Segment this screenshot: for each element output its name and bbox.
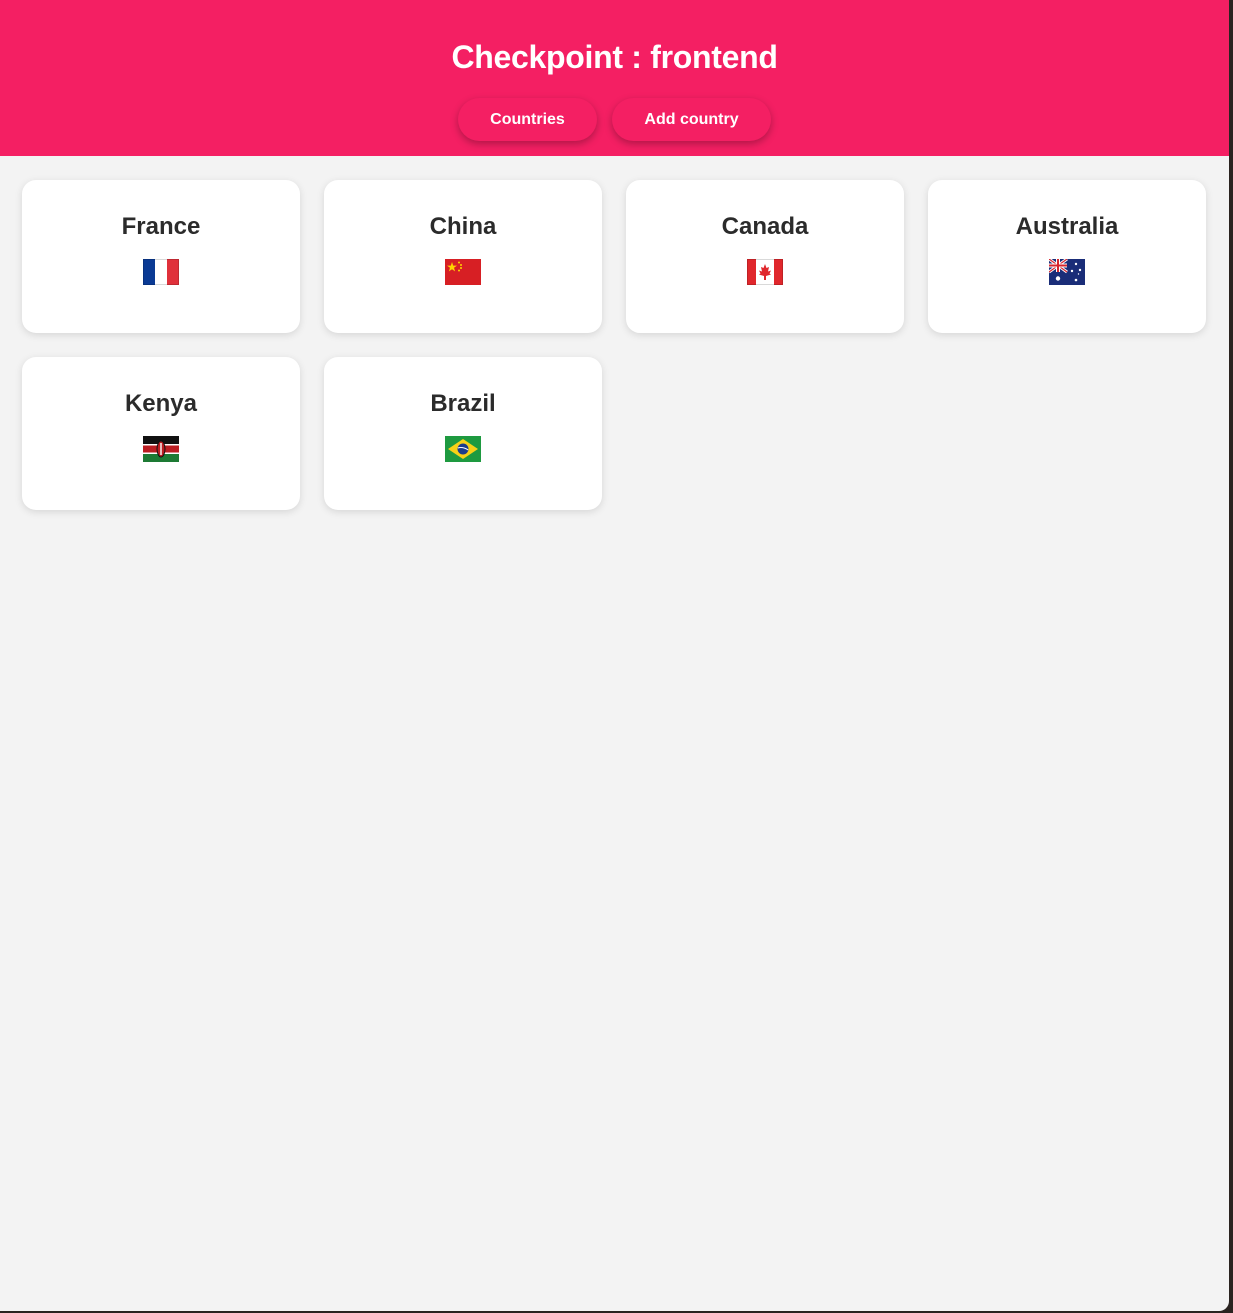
country-name: Australia	[1015, 213, 1119, 240]
country-name: Kenya	[124, 390, 198, 417]
country-card-france[interactable]: France	[22, 180, 300, 333]
country-card-brazil[interactable]: Brazil	[324, 357, 602, 510]
main-nav: Countries Add country	[0, 98, 1229, 141]
add-country-nav-button[interactable]: Add country	[612, 98, 771, 141]
flag-brazil-icon	[445, 436, 481, 462]
country-card-australia[interactable]: Australia	[928, 180, 1206, 333]
country-card-china[interactable]: China	[324, 180, 602, 333]
country-card-canada[interactable]: Canada	[626, 180, 904, 333]
countries-nav-button[interactable]: Countries	[458, 98, 597, 141]
flag-france-icon	[143, 259, 179, 285]
country-name: China	[429, 213, 497, 240]
flag-australia-icon	[1049, 259, 1085, 285]
country-name: France	[121, 213, 201, 240]
flag-kenya-icon	[143, 436, 179, 462]
country-name: Brazil	[430, 390, 496, 417]
country-grid: France China Canada Australia Kenya Braz…	[0, 156, 1229, 510]
page-title: Checkpoint : frontend	[451, 39, 778, 75]
country-name: Canada	[721, 213, 809, 240]
flag-canada-icon	[747, 259, 783, 285]
app-window: Checkpoint : frontend Countries Add coun…	[0, 0, 1229, 1311]
flag-china-icon	[445, 259, 481, 285]
app-header: Checkpoint : frontend Countries Add coun…	[0, 0, 1229, 156]
country-card-kenya[interactable]: Kenya	[22, 357, 300, 510]
